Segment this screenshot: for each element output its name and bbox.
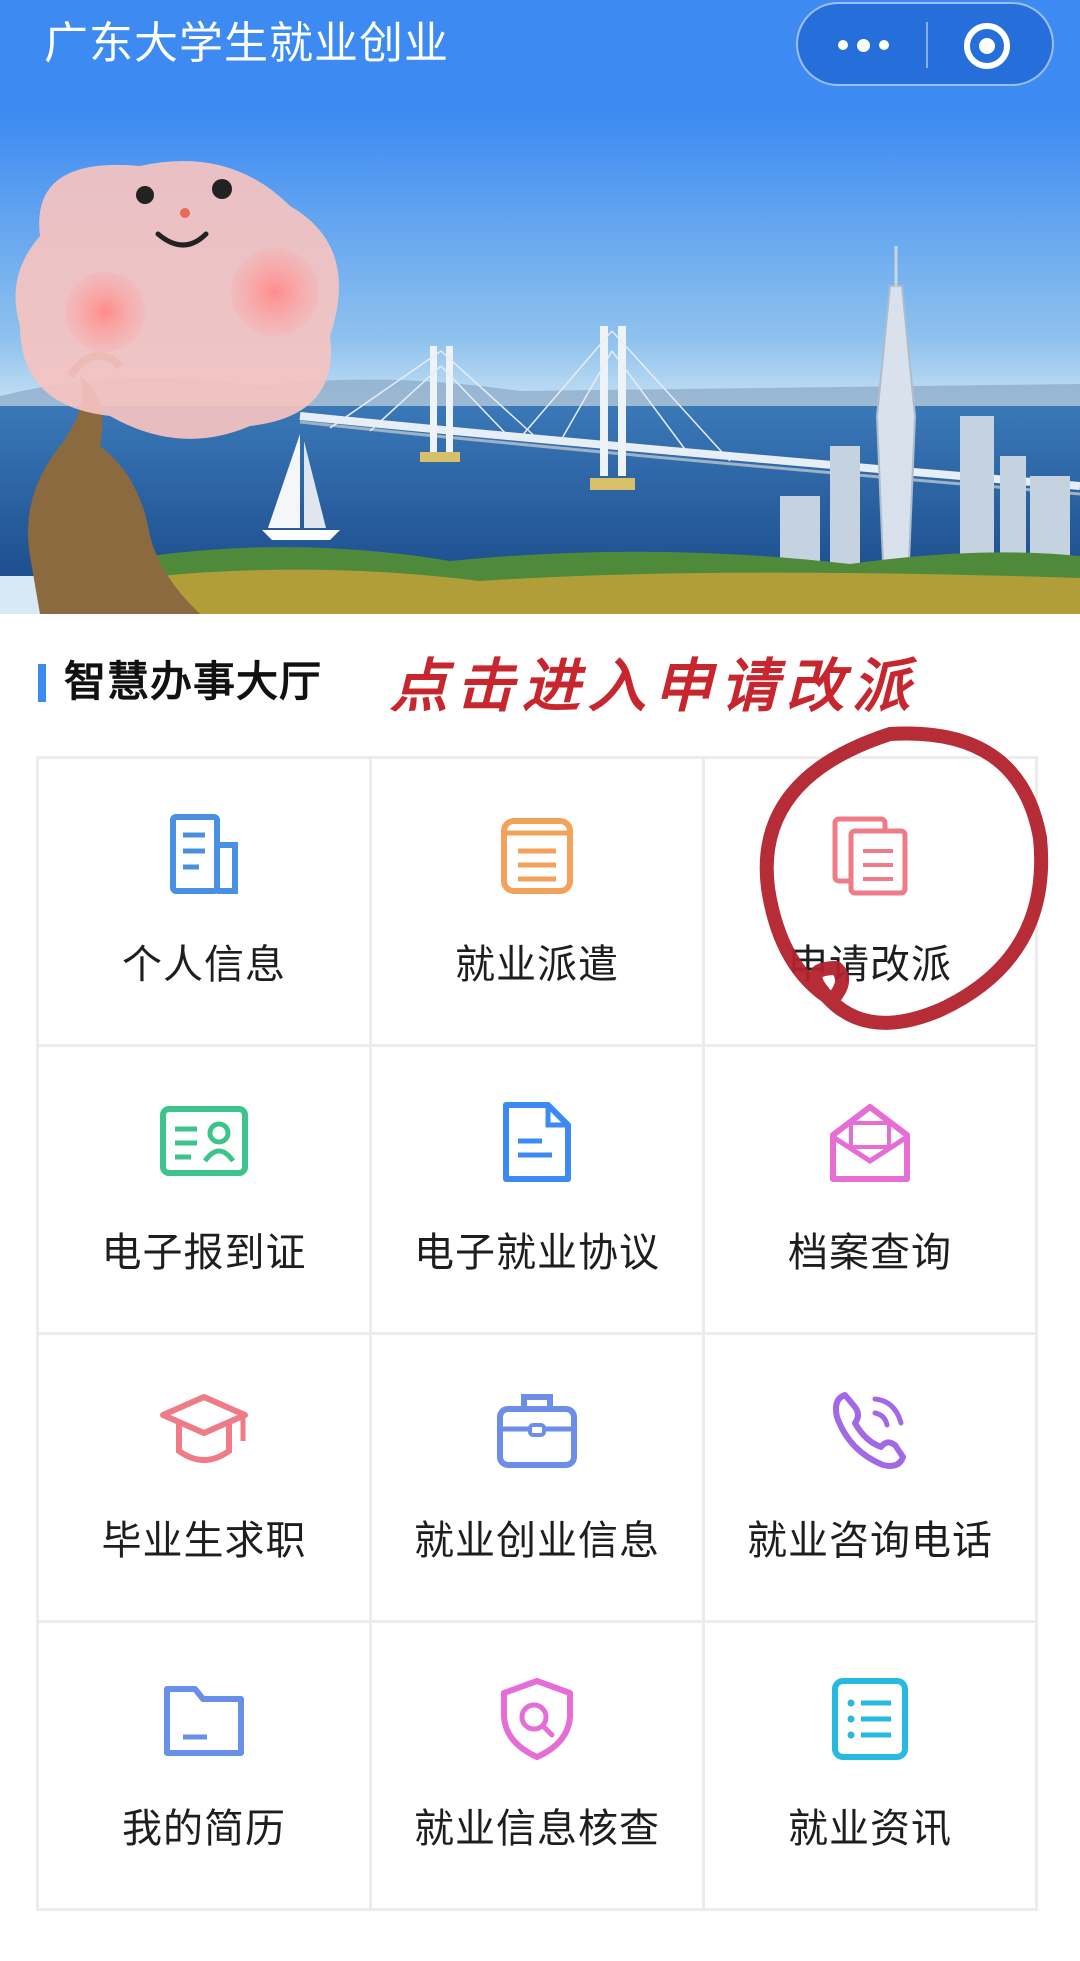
tile-employment-hotline[interactable]: 就业咨询电话 [705, 1335, 1038, 1623]
section-accent-bar [38, 664, 46, 702]
tile-label: 就业派遣 [455, 942, 619, 988]
tile-graduate-job-seeking[interactable]: 毕业生求职 [39, 1335, 372, 1623]
tile-label: 我的简历 [122, 1806, 286, 1852]
tile-label: 电子报到证 [101, 1230, 307, 1276]
tile-label: 就业资讯 [788, 1806, 952, 1852]
close-circle-icon[interactable] [964, 23, 1010, 69]
briefcase-icon [497, 1394, 577, 1468]
mini-program-capsule [796, 2, 1054, 86]
folder-icon [164, 1686, 244, 1756]
annotation-text: 点击进入申请改派 [390, 652, 919, 720]
copy-docs-icon [832, 816, 908, 896]
id-card-icon [160, 1106, 248, 1176]
tile-label: 申请改派 [788, 942, 952, 988]
tile-label: 个人信息 [122, 942, 286, 988]
agreement-doc-icon [503, 1102, 571, 1182]
tile-e-report-certificate[interactable]: 电子报到证 [39, 1047, 372, 1335]
banner-image[interactable] [0, 116, 1080, 614]
document-icon [170, 814, 238, 894]
tile-personal-info[interactable]: 个人信息 [39, 759, 372, 1047]
tile-employment-info-verification[interactable]: 就业信息核查 [372, 1623, 705, 1911]
service-grid: 个人信息 就业派遣 申请改派 电子报到证 电子就业协议 档案查询 毕业生求职 就… [36, 756, 1038, 1911]
tile-label: 毕业生求职 [101, 1518, 307, 1564]
tile-archive-query[interactable]: 档案查询 [705, 1047, 1038, 1335]
tile-label: 就业咨询电话 [747, 1518, 993, 1564]
shield-search-icon [501, 1678, 573, 1760]
top-bar: 广东大学生就业创业 [0, 0, 1080, 116]
more-dots-icon[interactable] [828, 22, 898, 68]
tile-label: 档案查询 [788, 1230, 952, 1276]
capsule-divider [926, 22, 928, 68]
section-title: 智慧办事大厅 [64, 657, 323, 706]
envelope-icon [830, 1104, 910, 1182]
list-icon [832, 1678, 908, 1760]
notepad-icon [501, 818, 573, 894]
tile-employment-entrepreneurship-info[interactable]: 就业创业信息 [372, 1335, 705, 1623]
phone-icon [833, 1392, 906, 1469]
tile-employment-news[interactable]: 就业资讯 [705, 1623, 1038, 1911]
app-title: 广东大学生就业创业 [44, 18, 449, 69]
tile-apply-reassignment[interactable]: 申请改派 [705, 759, 1038, 1047]
tile-employment-dispatch[interactable]: 就业派遣 [372, 759, 705, 1047]
tile-label: 就业信息核查 [414, 1806, 660, 1852]
tile-my-resume[interactable]: 我的简历 [39, 1623, 372, 1911]
graduation-cap-icon [160, 1394, 248, 1463]
tile-label: 就业创业信息 [414, 1518, 660, 1564]
tile-e-employment-agreement[interactable]: 电子就业协议 [372, 1047, 705, 1335]
tile-label: 电子就业协议 [414, 1230, 660, 1276]
